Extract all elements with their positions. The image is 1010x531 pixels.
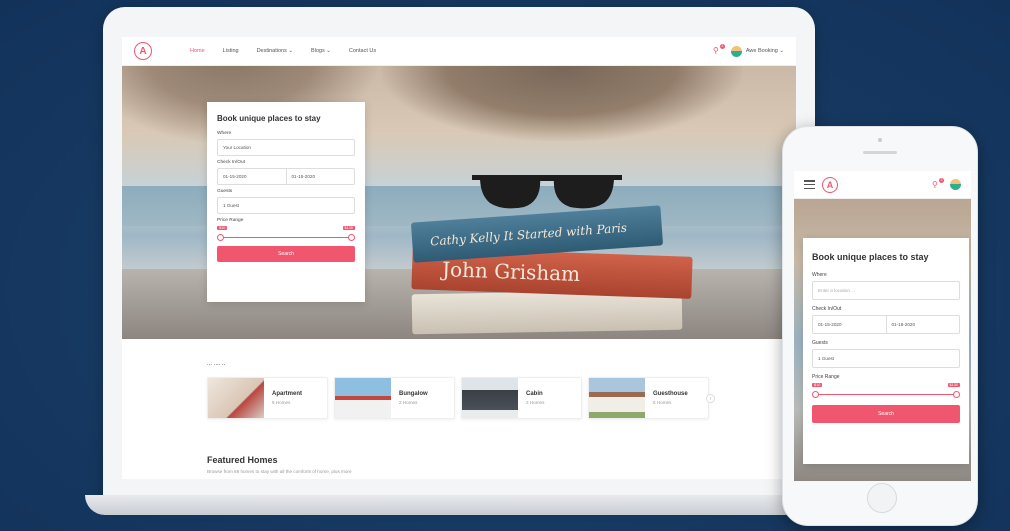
book-title: John Grisham <box>441 257 581 286</box>
user-name: Awe Booking ⌄ <box>745 48 784 54</box>
laptop-frame: A Home Listing Destinations ⌄ Blogs ⌄ Co… <box>103 7 815 504</box>
user-menu[interactable]: Awe Booking ⌄ <box>730 45 784 57</box>
notification-badge: 2 <box>939 177 944 183</box>
category-image <box>335 378 391 418</box>
guests-label: Guests <box>812 340 828 346</box>
category-name: Bungalow <box>399 391 428 397</box>
category-card[interactable]: Apartment 5 Homes <box>207 377 328 419</box>
where-input[interactable]: Your Location <box>217 139 355 156</box>
booking-title: Book unique places to stay <box>217 114 321 123</box>
main-menu: Home Listing Destinations ⌄ Blogs ⌄ Cont… <box>190 48 376 54</box>
category-image <box>208 378 264 418</box>
checkin-label: Check In/Out <box>217 160 245 165</box>
category-card[interactable]: Guesthouse 5 Homes <box>588 377 709 419</box>
price-slider[interactable]: $10 $130 <box>812 383 960 401</box>
category-count: 5 Homes <box>653 400 672 405</box>
price-slider[interactable]: $10 $130 <box>217 226 355 244</box>
category-count: 2 Homes <box>399 400 418 405</box>
price-max-tag: $130 <box>947 383 960 387</box>
book-title: Cathy Kelly It Started with Paris <box>429 220 628 249</box>
phone-nav: A ⚲ 2 <box>794 171 971 199</box>
category-name: Apartment <box>272 391 303 397</box>
price-label: Price Range <box>812 374 840 380</box>
umbrella-shape <box>382 66 742 141</box>
categories-heading: ... .... .. <box>207 361 226 367</box>
speaker-slot <box>863 151 897 154</box>
booking-form: Book unique places to stay Where Enter a… <box>803 238 969 464</box>
phone-nav-right: ⚲ 2 <box>932 177 961 190</box>
price-label: Price Range <box>217 218 244 223</box>
category-image <box>462 378 518 418</box>
featured-subtitle: Browse from 88 homes to stay with all th… <box>207 469 352 474</box>
slider-max-handle[interactable] <box>953 391 960 398</box>
date-range: 01-15-2020 01-18-2020 <box>812 315 960 334</box>
category-name: Guesthouse <box>653 391 688 397</box>
bell-icon[interactable]: ⚲ 2 <box>713 44 725 55</box>
top-nav: A Home Listing Destinations ⌄ Blogs ⌄ Co… <box>122 37 796 66</box>
notification-badge: 2 <box>719 44 725 49</box>
slider-track <box>220 237 352 238</box>
price-min-tag: $10 <box>812 383 823 387</box>
phone-screen: A ⚲ 2 Book unique places to stay Where En… <box>794 171 971 481</box>
logo-icon[interactable]: A <box>822 176 838 193</box>
laptop-base <box>85 495 865 515</box>
checkin-label: Check In/Out <box>812 306 842 312</box>
phone-frame: A ⚲ 2 Book unique places to stay Where En… <box>782 126 978 526</box>
logo-icon[interactable]: A <box>134 42 152 60</box>
chevron-right-icon[interactable]: › <box>706 394 715 403</box>
search-button[interactable]: Search <box>812 405 960 423</box>
camera-dot <box>878 138 882 142</box>
menu-blogs[interactable]: Blogs ⌄ <box>311 48 331 54</box>
price-max-tag: $130 <box>342 226 355 230</box>
guests-label: Guests <box>217 189 233 194</box>
date-range: 01-15-2020 01-15-2020 <box>217 168 355 185</box>
price-min-tag: $10 <box>217 226 228 230</box>
slider-min-handle[interactable] <box>217 234 224 241</box>
checkin-input[interactable]: 01-15-2020 <box>813 316 886 333</box>
category-name: Cabin <box>526 391 543 397</box>
hamburger-icon[interactable] <box>804 180 815 189</box>
booking-title: Book unique places to stay <box>812 252 929 262</box>
category-count: 2 Homes <box>526 400 545 405</box>
category-image <box>589 378 645 418</box>
where-label: Where <box>217 131 232 136</box>
checkout-input[interactable]: 01-15-2020 <box>285 169 355 184</box>
phone-hero-image: Book unique places to stay Where Enter a… <box>794 199 971 481</box>
search-button[interactable]: Search <box>217 246 355 262</box>
checkout-input[interactable]: 01-18-2020 <box>885 316 960 333</box>
category-card[interactable]: Cabin 2 Homes <box>461 377 582 419</box>
slider-max-handle[interactable] <box>348 234 355 241</box>
menu-listing[interactable]: Listing <box>223 48 239 54</box>
menu-destinations[interactable]: Destinations ⌄ <box>257 48 293 54</box>
where-input[interactable]: Enter a location ... <box>812 281 960 300</box>
guests-input[interactable]: 1 Guest <box>812 349 960 368</box>
slider-min-handle[interactable] <box>812 391 819 398</box>
menu-home[interactable]: Home <box>190 48 205 54</box>
bell-icon[interactable]: ⚲ 2 <box>932 177 944 189</box>
home-button[interactable] <box>867 483 897 513</box>
slider-track <box>815 394 957 395</box>
nav-right: ⚲ 2 Awe Booking ⌄ <box>713 44 784 57</box>
category-count: 5 Homes <box>272 400 291 405</box>
guests-input[interactable]: 1 Guest <box>217 197 355 214</box>
booking-form: Book unique places to stay Where Your Lo… <box>207 102 365 302</box>
hero-image: John Grisham Cathy Kelly It Started with… <box>122 66 796 339</box>
category-list: Apartment 5 Homes Bungalow 2 Homes Cabin 2 … <box>207 377 709 419</box>
sunglasses-icon <box>472 175 622 209</box>
category-card[interactable]: Bungalow 2 Homes <box>334 377 455 419</box>
checkin-input[interactable]: 01-15-2020 <box>218 169 286 184</box>
avatar[interactable] <box>950 179 961 190</box>
where-label: Where <box>812 272 827 278</box>
featured-title: Featured Homes <box>207 455 278 465</box>
avatar <box>730 45 742 57</box>
laptop-screen: A Home Listing Destinations ⌄ Blogs ⌄ Co… <box>122 37 796 479</box>
menu-contact[interactable]: Contact Us <box>349 48 376 54</box>
